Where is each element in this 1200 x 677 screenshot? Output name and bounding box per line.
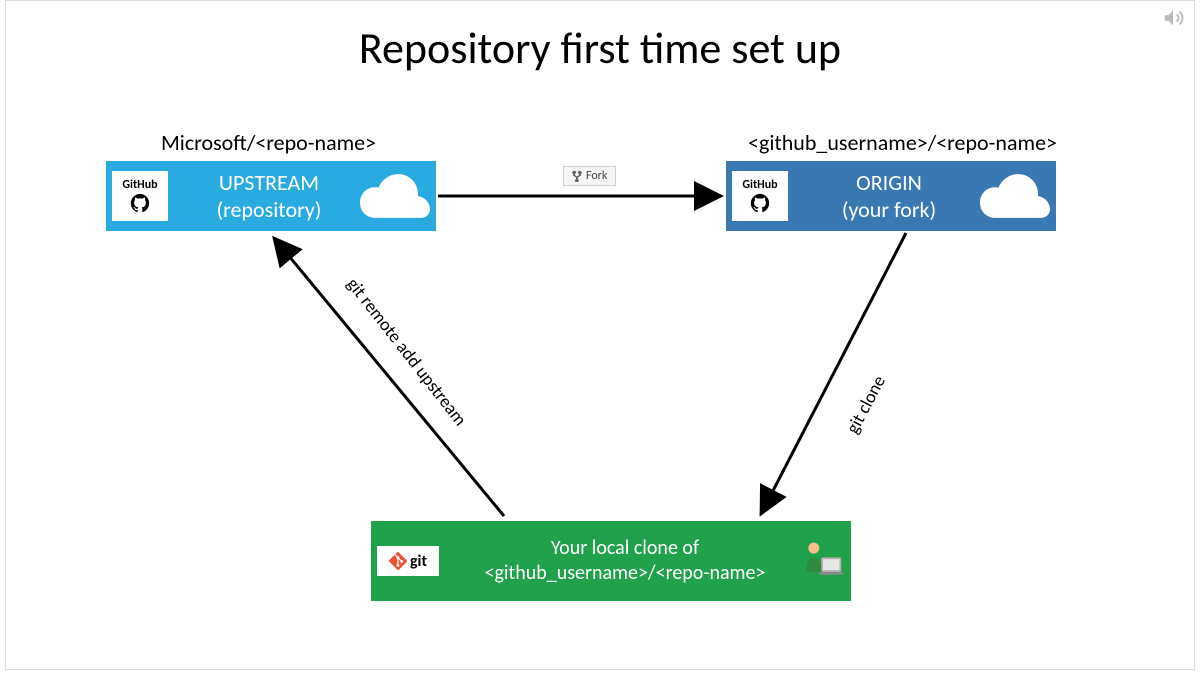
slide-frame: Repository first time set up Microsoft/<… xyxy=(5,0,1195,670)
local-text: Your local clone of <github_username>/<r… xyxy=(449,536,801,586)
clone-label: git clone xyxy=(841,372,890,437)
origin-box: GitHub ORIGIN (your fork) xyxy=(726,161,1056,231)
fork-button: Fork xyxy=(563,166,616,186)
fork-label: Fork xyxy=(586,169,607,183)
git-badge-label: git xyxy=(410,552,427,571)
cloud-icon xyxy=(360,174,430,218)
octocat-icon xyxy=(749,192,771,214)
git-icon: git xyxy=(377,546,439,576)
origin-path-label: <github_username>/<repo-name> xyxy=(748,129,1057,156)
remote-add-label: git remote add upstream xyxy=(342,273,471,430)
upstream-line2: (repository) xyxy=(178,196,360,224)
upstream-line1: UPSTREAM xyxy=(178,169,360,197)
github-badge-label: GitHub xyxy=(122,178,157,192)
upstream-box: GitHub UPSTREAM (repository) xyxy=(106,161,436,231)
local-line1: Your local clone of xyxy=(449,536,801,561)
cloud-icon xyxy=(980,174,1050,218)
origin-text: ORIGIN (your fork) xyxy=(798,169,980,224)
github-icon: GitHub xyxy=(112,171,168,221)
upstream-text: UPSTREAM (repository) xyxy=(178,169,360,224)
upstream-path-label: Microsoft/<repo-name> xyxy=(161,129,376,156)
github-badge-label: GitHub xyxy=(742,178,777,192)
fork-icon xyxy=(572,170,582,182)
github-icon: GitHub xyxy=(732,171,788,221)
local-line2: <github_username>/<repo-name> xyxy=(449,561,801,586)
slide-title: Repository first time set up xyxy=(6,21,1194,75)
origin-line2: (your fork) xyxy=(798,196,980,224)
user-computer-icon xyxy=(801,539,845,583)
origin-line1: ORIGIN xyxy=(798,169,980,197)
octocat-icon xyxy=(129,192,151,214)
local-box: git Your local clone of <github_username… xyxy=(371,521,851,601)
audio-icon xyxy=(1162,7,1184,29)
